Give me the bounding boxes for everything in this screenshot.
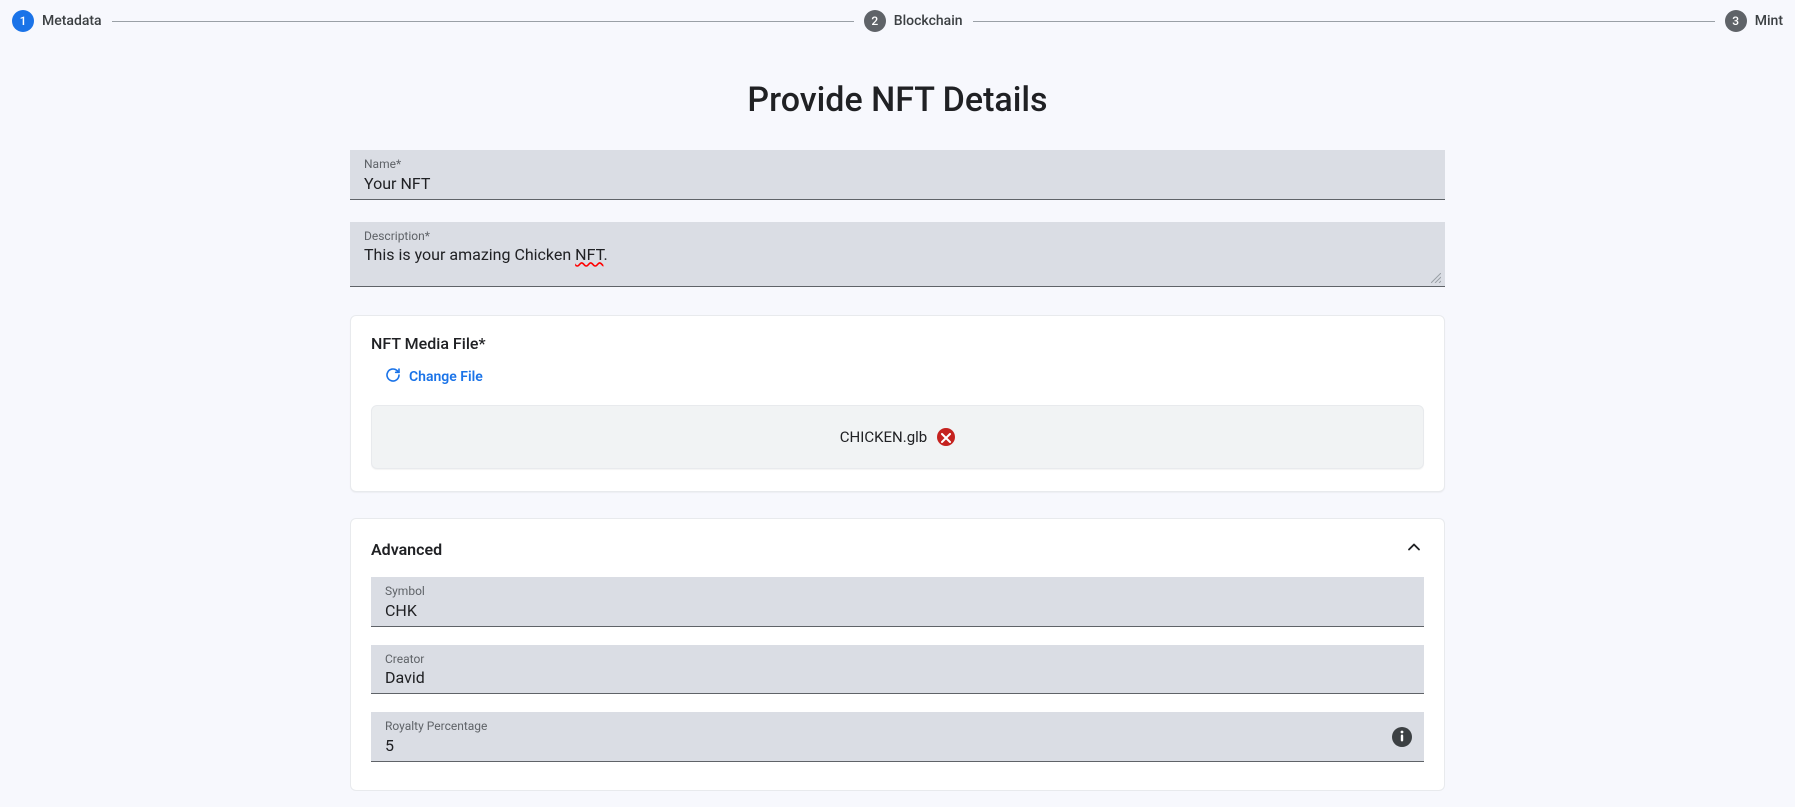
uploaded-file-pill: CHICKEN.glb: [371, 405, 1424, 469]
uploaded-file-name: CHICKEN.glb: [840, 428, 927, 446]
close-icon: [941, 428, 951, 447]
symbol-label: Symbol: [385, 584, 1410, 600]
step-number: 2: [864, 10, 886, 32]
creator-field-wrapper[interactable]: Creator: [371, 645, 1424, 695]
change-file-button[interactable]: Change File: [385, 367, 483, 387]
page-title: Provide NFT Details: [350, 80, 1445, 120]
name-field-wrapper[interactable]: Name*: [350, 150, 1445, 200]
description-label: Description*: [364, 229, 1431, 245]
step-number: 3: [1725, 10, 1747, 32]
royalty-label: Royalty Percentage: [385, 719, 1410, 735]
advanced-card: Advanced Symbol Creator Royalty Percenta…: [350, 518, 1445, 791]
symbol-input[interactable]: [385, 600, 1410, 620]
wizard-stepper: 1 Metadata 2 Blockchain 3 Mint: [0, 0, 1795, 46]
step-label: Blockchain: [894, 13, 963, 29]
description-text-spell: NFT: [575, 245, 603, 264]
description-input[interactable]: This is your amazing Chicken NFT.: [364, 244, 1431, 282]
step-number: 1: [12, 10, 34, 32]
step-label: Mint: [1755, 13, 1783, 29]
name-label: Name*: [364, 157, 1431, 173]
royalty-info-button[interactable]: [1392, 727, 1412, 747]
royalty-input[interactable]: [385, 735, 1410, 755]
media-file-card: NFT Media File* Change File CHICKEN.glb: [350, 315, 1445, 492]
symbol-field-wrapper[interactable]: Symbol: [371, 577, 1424, 627]
creator-input[interactable]: [385, 667, 1410, 687]
refresh-icon: [385, 367, 401, 387]
name-input[interactable]: [364, 173, 1431, 193]
description-text-suffix: .: [603, 245, 607, 264]
step-metadata[interactable]: 1 Metadata: [12, 10, 102, 32]
description-text-prefix: This is your amazing Chicken: [364, 245, 575, 264]
info-icon: [1400, 727, 1404, 746]
advanced-toggle[interactable]: Advanced: [371, 519, 1424, 577]
media-section-title: NFT Media File*: [371, 334, 1424, 353]
step-mint[interactable]: 3 Mint: [1725, 10, 1783, 32]
step-divider: [112, 21, 854, 22]
chevron-up-icon: [1404, 537, 1424, 561]
advanced-title: Advanced: [371, 540, 442, 559]
step-label: Metadata: [42, 13, 102, 29]
resize-grip-icon: [1431, 273, 1441, 283]
description-field-wrapper[interactable]: Description* This is your amazing Chicke…: [350, 222, 1445, 288]
step-blockchain[interactable]: 2 Blockchain: [864, 10, 963, 32]
creator-label: Creator: [385, 652, 1410, 668]
royalty-field-wrapper[interactable]: Royalty Percentage: [371, 712, 1424, 762]
step-divider: [973, 21, 1715, 22]
change-file-label: Change File: [409, 369, 483, 385]
remove-file-button[interactable]: [937, 428, 955, 446]
